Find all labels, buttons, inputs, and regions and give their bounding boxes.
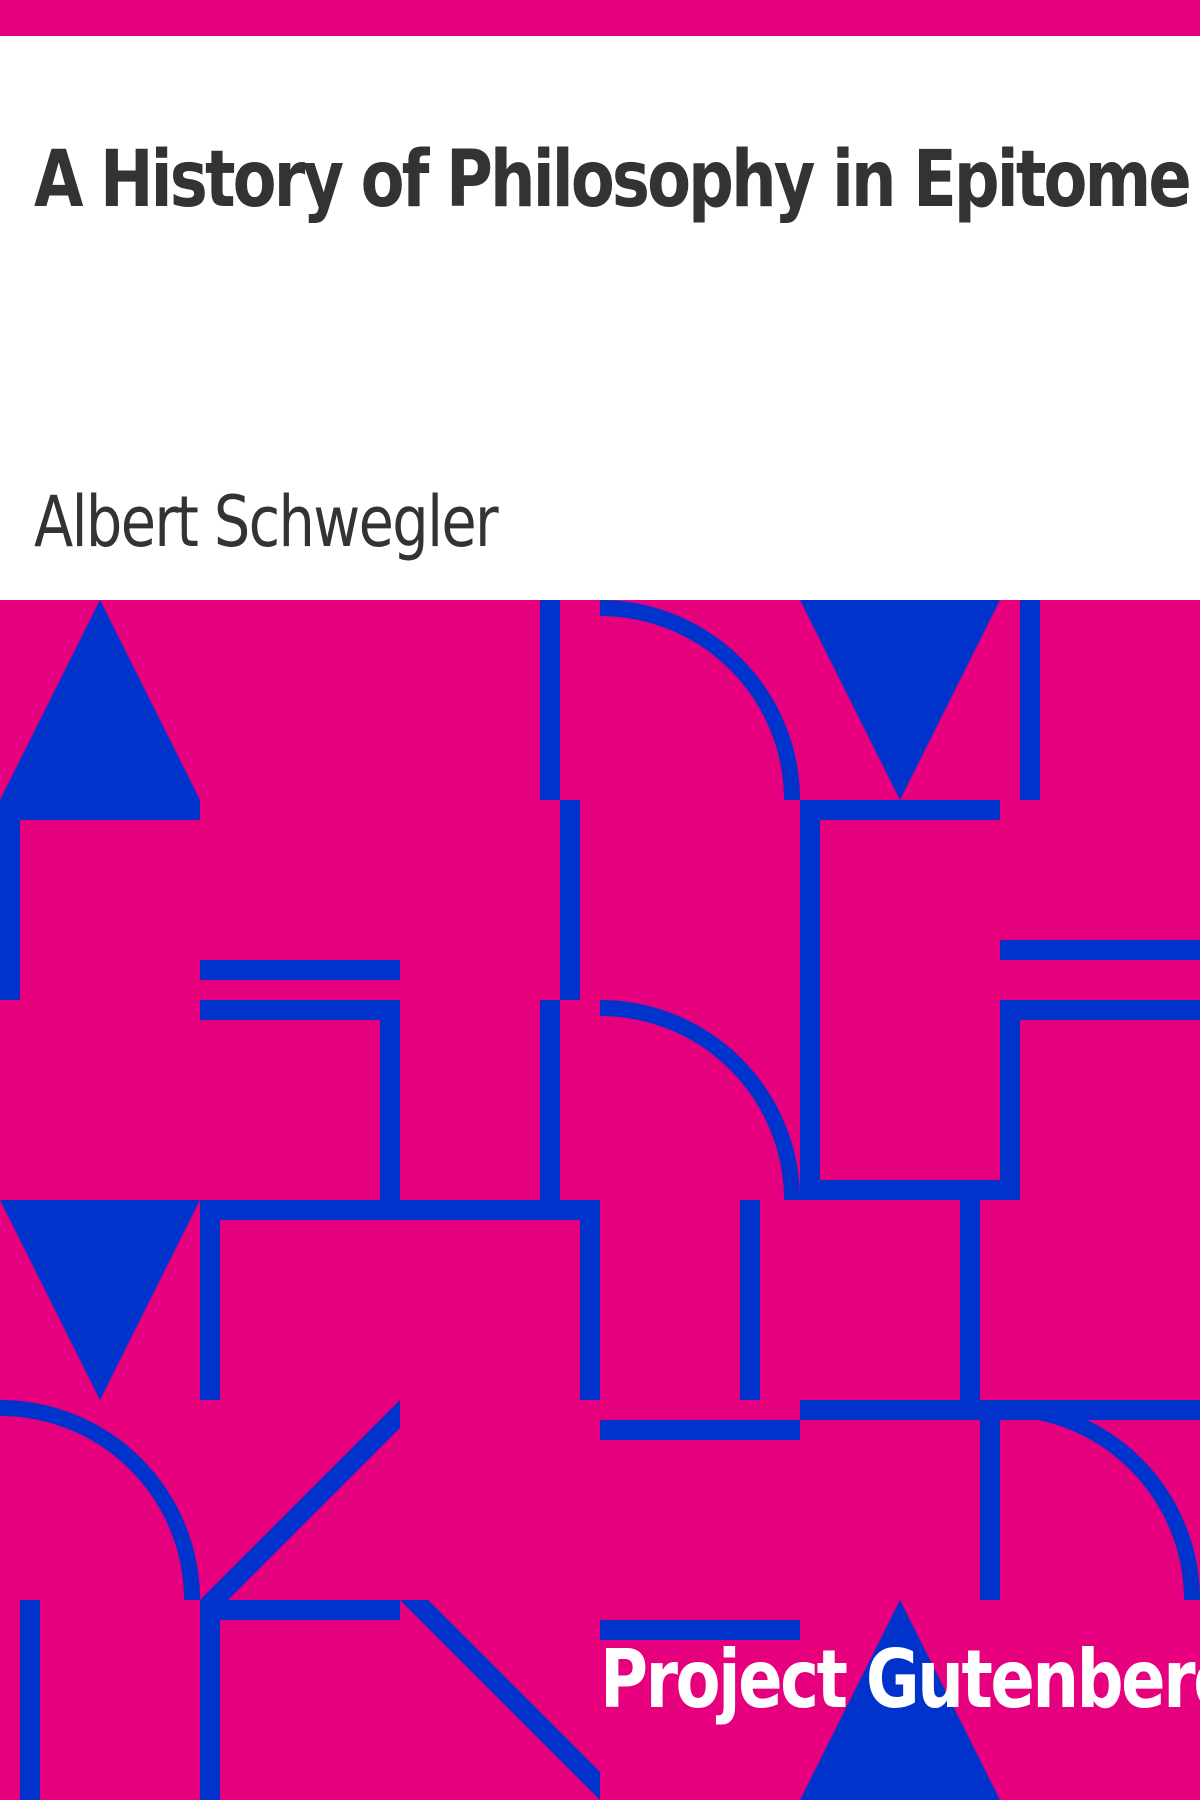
book-author: Albert Schwegler: [34, 481, 499, 563]
pattern-shapes: [0, 600, 1200, 1800]
triangle-down-top: [800, 600, 1000, 800]
title-panel: A History of Philosophy in Epitome Alber…: [0, 36, 1200, 600]
triangle-up-left: [0, 600, 200, 800]
book-cover: A History of Philosophy in Epitome Alber…: [0, 0, 1200, 1800]
book-title: A History of Philosophy in Epitome: [34, 135, 1192, 225]
publisher-name: Project Gutenberg: [600, 1633, 1200, 1726]
triangle-down-left: [0, 1200, 200, 1400]
